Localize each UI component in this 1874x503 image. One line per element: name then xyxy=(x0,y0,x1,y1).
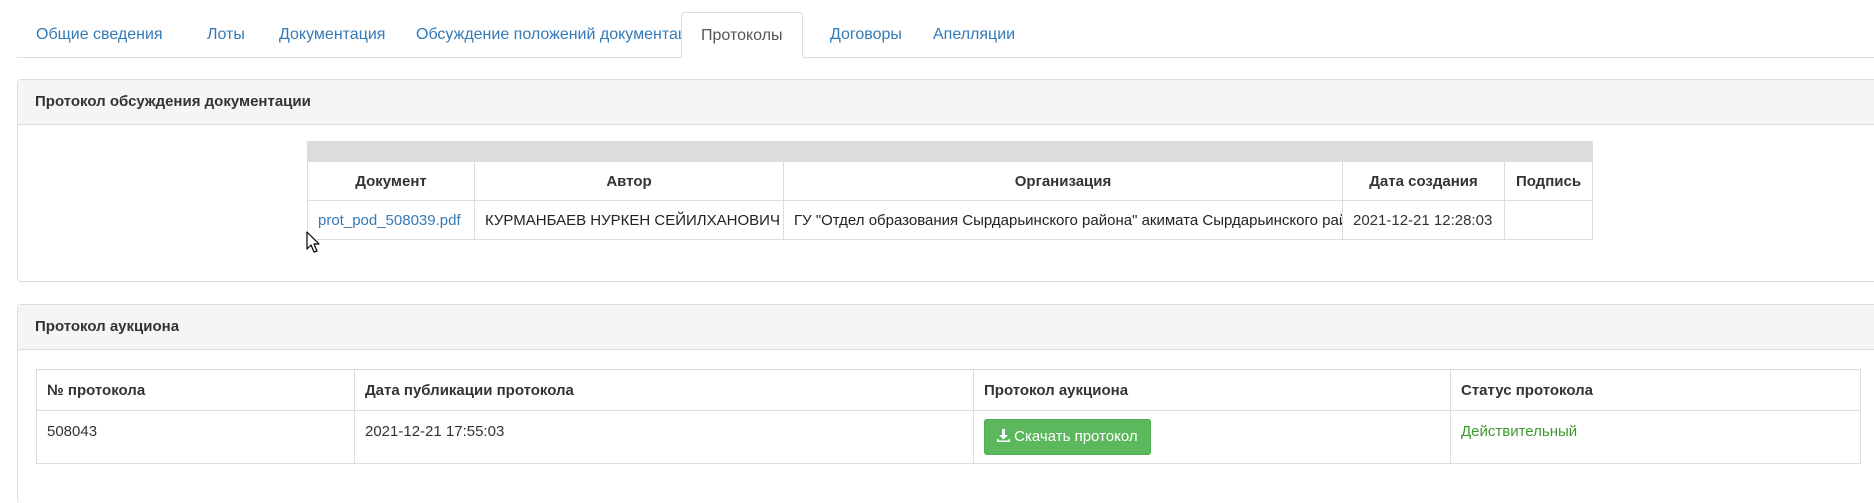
download-icon xyxy=(997,429,1010,442)
table-header-row: № протокола Дата публикации протокола Пр… xyxy=(36,369,1861,411)
document-link[interactable]: prot_pod_508039.pdf xyxy=(318,212,461,229)
protocol-status: Действительный xyxy=(1450,410,1861,464)
discussion-protocol-title: Протокол обсуждения документации xyxy=(18,80,1874,125)
created-date: 2021-12-21 12:28:03 xyxy=(1342,200,1505,240)
tab-lots[interactable]: Лоты xyxy=(188,12,264,57)
signature-cell xyxy=(1504,200,1593,240)
document-cell: prot_pod_508039.pdf xyxy=(307,200,475,240)
download-cell: Скачать протокол xyxy=(973,410,1451,464)
auction-protocol-panel: Протокол аукциона № протокола Дата публи… xyxy=(17,304,1874,503)
discussion-protocol-table: Документ Автор Организация Дата создания… xyxy=(307,141,1593,240)
column-header-protocol-number: № протокола xyxy=(36,369,355,411)
tab-protocols[interactable]: Протоколы xyxy=(681,12,803,58)
tab-general-info[interactable]: Общие сведения xyxy=(17,12,182,57)
column-header-protocol-status: Статус протокола xyxy=(1450,369,1861,411)
publication-date: 2021-12-21 17:55:03 xyxy=(354,410,974,464)
table-header-row: Документ Автор Организация Дата создания… xyxy=(307,161,1593,201)
table-top-bar xyxy=(307,141,1593,162)
table-row: 508043 2021-12-21 17:55:03 Скачать прото… xyxy=(36,410,1861,464)
column-header-auction-protocol: Протокол аукциона xyxy=(973,369,1451,411)
tab-documentation-discussion[interactable]: Обсуждение положений документации xyxy=(397,12,724,57)
column-header-organization: Организация xyxy=(783,161,1343,201)
organization-name: ГУ "Отдел образования Сырдарьинского рай… xyxy=(794,211,1343,229)
protocol-number: 508043 xyxy=(36,410,355,464)
author-cell: КУРМАНБАЕВ НУРКЕН СЕЙИЛХАНОВИЧ xyxy=(474,200,784,240)
author-name: КУРМАНБАЕВ НУРКЕН СЕЙИЛХАНОВИЧ xyxy=(485,211,780,229)
mouse-cursor-icon xyxy=(306,231,320,253)
column-header-document: Документ xyxy=(307,161,475,201)
auction-protocol-table: № протокола Дата публикации протокола Пр… xyxy=(36,369,1861,464)
column-header-publication-date: Дата публикации протокола xyxy=(354,369,974,411)
auction-protocol-title: Протокол аукциона xyxy=(18,305,1874,350)
column-header-signature: Подпись xyxy=(1504,161,1593,201)
table-row: prot_pod_508039.pdf КУРМАНБАЕВ НУРКЕН СЕ… xyxy=(307,200,1593,240)
tab-documentation[interactable]: Документация xyxy=(260,12,404,57)
column-header-created: Дата создания xyxy=(1342,161,1505,201)
column-header-author: Автор xyxy=(474,161,784,201)
organization-cell: ГУ "Отдел образования Сырдарьинского рай… xyxy=(783,200,1343,240)
download-protocol-label: Скачать протокол xyxy=(1014,428,1138,445)
download-protocol-button[interactable]: Скачать протокол xyxy=(984,419,1151,455)
tab-contracts[interactable]: Договоры xyxy=(811,12,921,57)
tab-bar: Общие сведения Лоты Документация Обсужде… xyxy=(17,12,1874,58)
tab-appeals[interactable]: Апелляции xyxy=(914,12,1034,57)
